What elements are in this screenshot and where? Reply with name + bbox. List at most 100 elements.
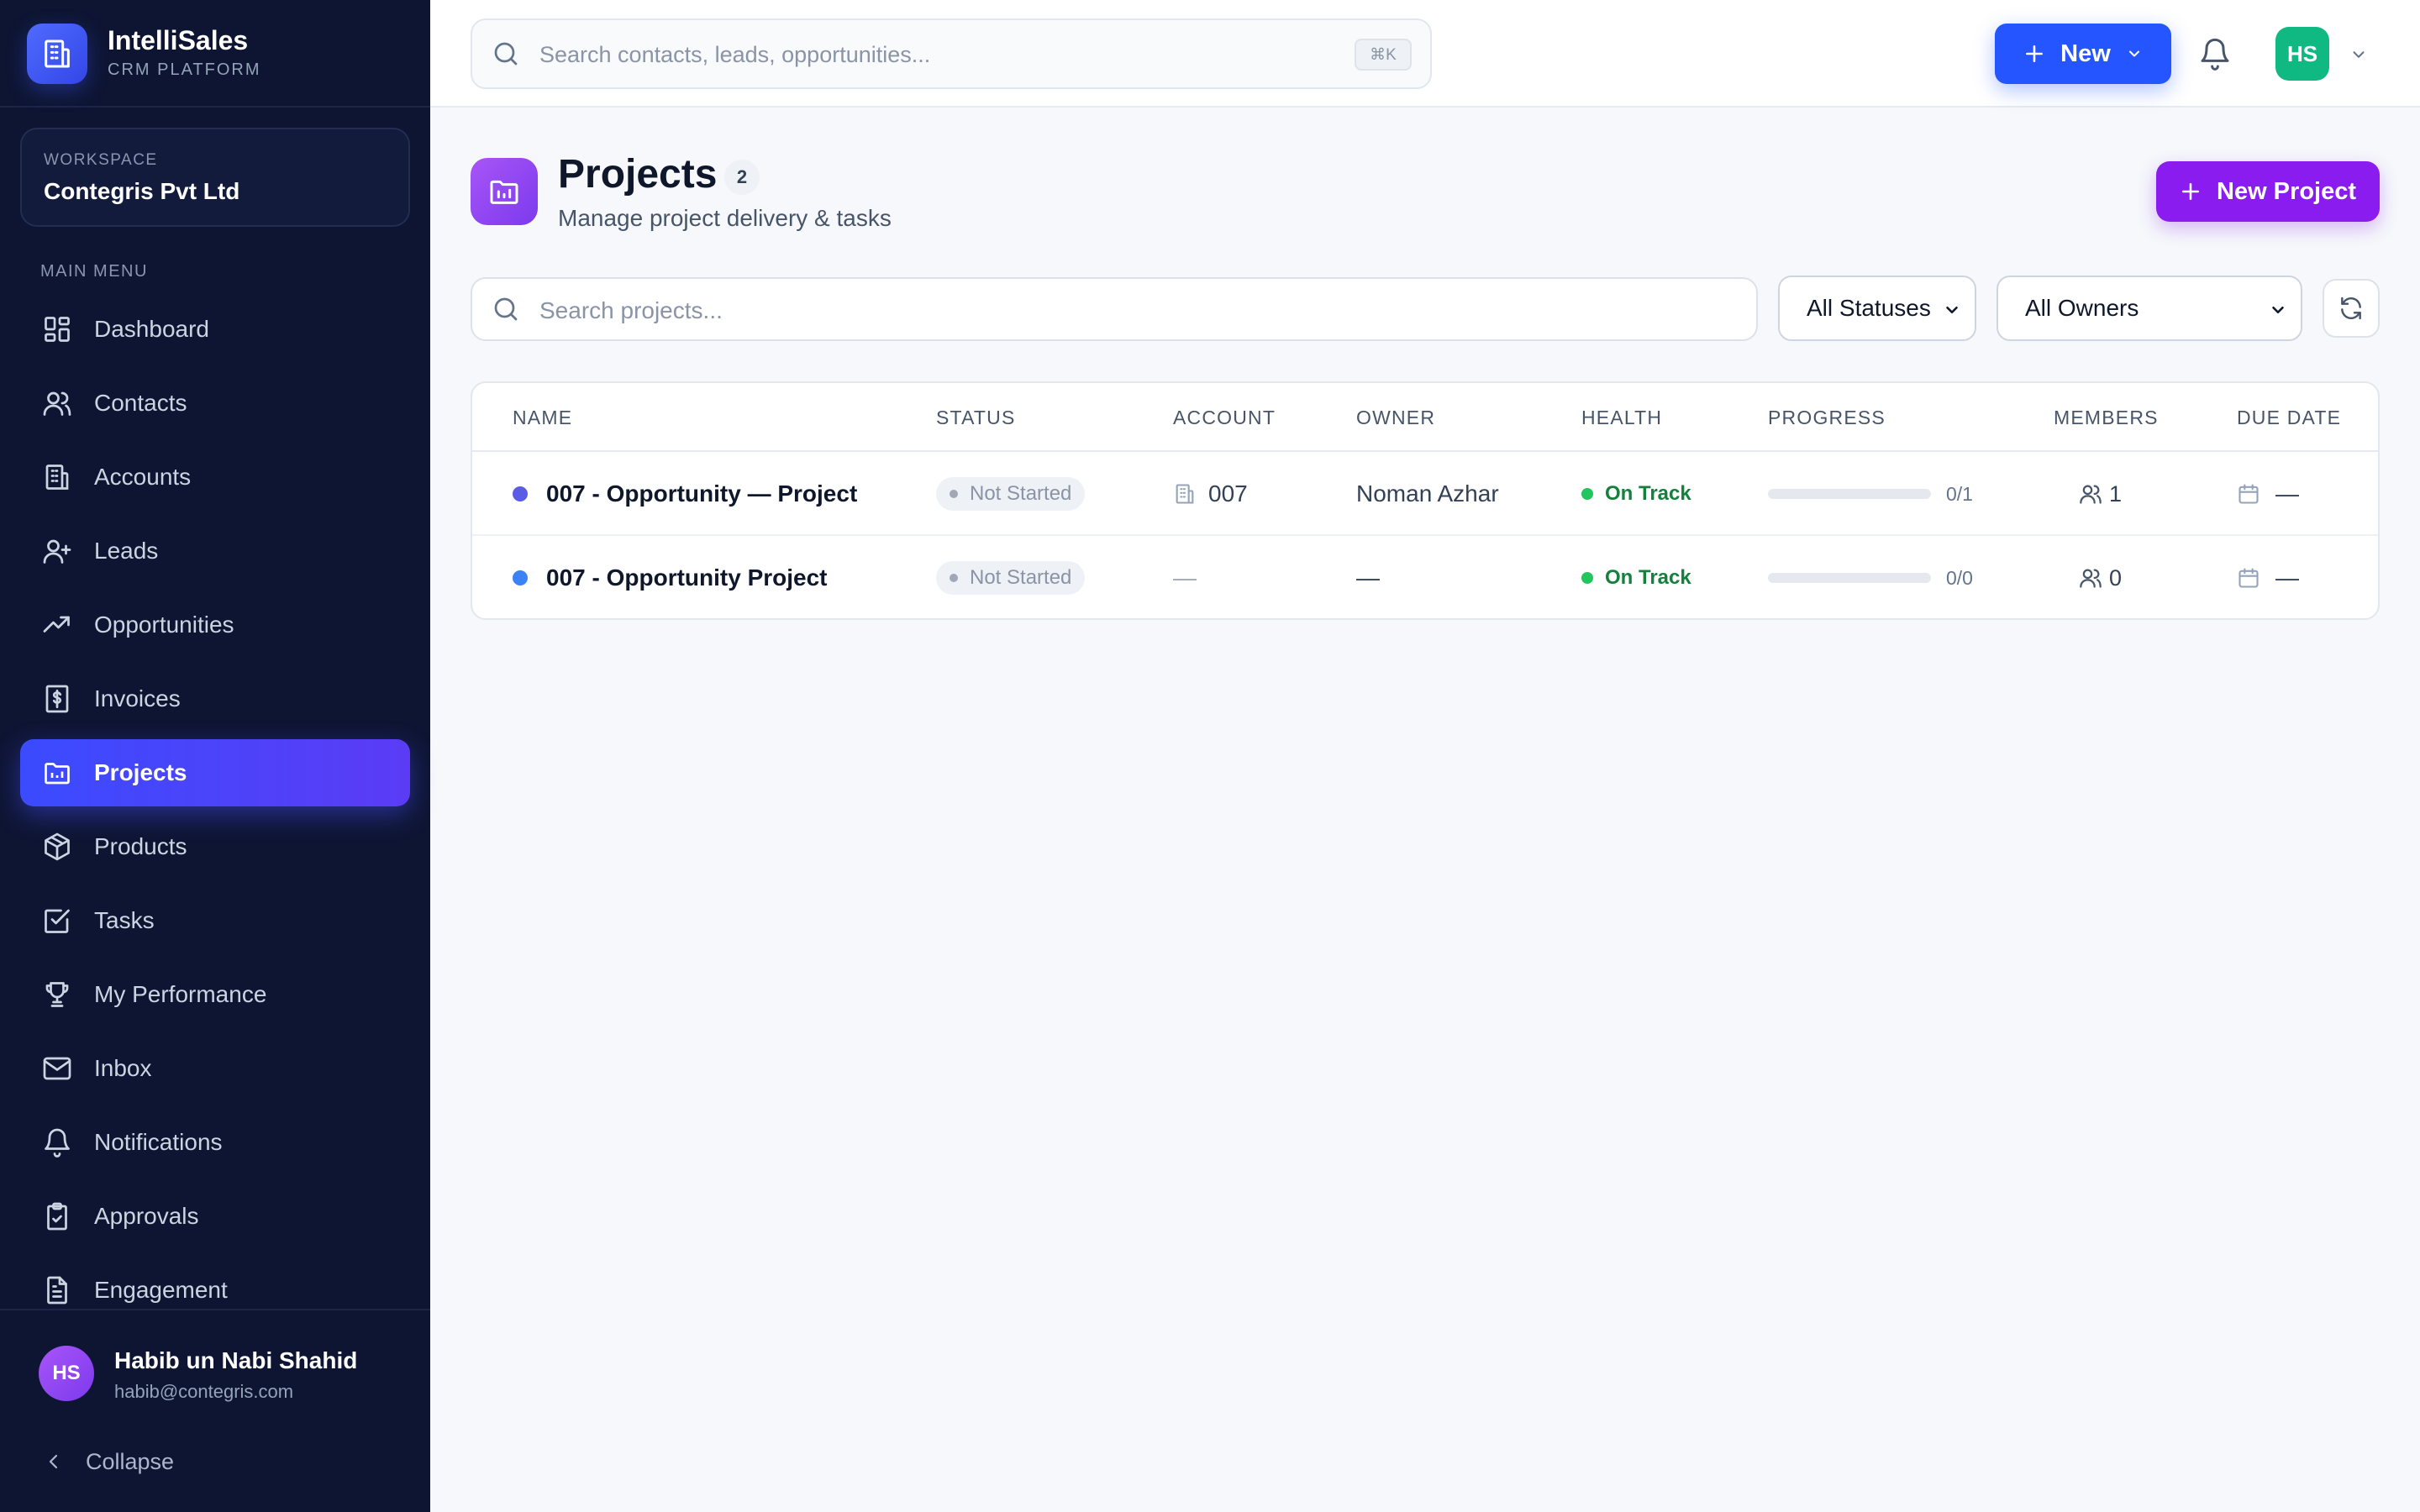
sidebar-item-approvals[interactable]: Approvals	[20, 1183, 410, 1250]
refresh-icon	[2338, 295, 2365, 322]
health-dot	[1581, 572, 1593, 584]
sidebar-item-label: Products	[94, 833, 187, 859]
due-date-cell: —	[2237, 452, 2299, 536]
user-name: Habib un Nabi Shahid	[114, 1347, 358, 1373]
column-header-health[interactable]: HEALTH	[1581, 407, 1662, 429]
owner-filter-select[interactable]: All Owners	[1996, 276, 2302, 341]
project-color-dot	[513, 486, 528, 501]
sidebar-item-tasks[interactable]: Tasks	[20, 887, 410, 954]
chevron-down-icon[interactable]	[2349, 45, 2368, 64]
sidebar-item-dashboard[interactable]: Dashboard	[20, 296, 410, 363]
collapse-button[interactable]: Collapse	[44, 1443, 174, 1480]
column-header-name[interactable]: NAME	[513, 407, 572, 429]
column-header-status[interactable]: STATUS	[936, 407, 1016, 429]
refresh-button[interactable]	[2323, 279, 2380, 338]
sidebar-item-label: Opportunities	[94, 612, 234, 638]
sidebar-item-contacts[interactable]: Contacts	[20, 370, 410, 437]
project-search-placeholder: Search projects...	[539, 297, 723, 323]
table-row[interactable]: 007 - Opportunity — Project Not Started …	[472, 452, 2378, 536]
new-button[interactable]: New	[1995, 24, 2171, 84]
sidebar-item-label: Contacts	[94, 390, 187, 416]
brand-name: IntelliSales	[108, 25, 249, 55]
project-name-cell[interactable]: 007 - Opportunity — Project	[513, 452, 857, 536]
sidebar-item-projects[interactable]: Projects	[20, 739, 410, 806]
workspace-switcher[interactable]: WORKSPACE Contegris Pvt Ltd	[20, 128, 410, 227]
bell-icon	[40, 1126, 74, 1159]
trophy-icon	[40, 978, 74, 1011]
column-header-due-date[interactable]: DUE DATE	[2237, 407, 2341, 429]
column-header-owner[interactable]: OWNER	[1356, 407, 1435, 429]
projects-table: NAME STATUS ACCOUNT OWNER HEALTH PROGRES…	[471, 381, 2380, 620]
top-bar: Search contacts, leads, opportunities...…	[430, 0, 2420, 108]
status-filter-select[interactable]: All Statuses	[1778, 276, 1976, 341]
package-icon	[40, 830, 74, 864]
sidebar-item-notifications[interactable]: Notifications	[20, 1109, 410, 1176]
project-name-cell[interactable]: 007 - Opportunity Project	[513, 536, 828, 618]
members-cell: 0	[2079, 536, 2122, 618]
account-name[interactable]: 007	[1208, 480, 1248, 507]
sidebar-item-products[interactable]: Products	[20, 813, 410, 880]
sidebar-item-label: Dashboard	[94, 316, 209, 342]
workspace-name: Contegris Pvt Ltd	[44, 178, 240, 204]
status-dot	[950, 490, 958, 498]
user-plus-icon	[40, 534, 74, 568]
sidebar-item-label: Leads	[94, 538, 159, 564]
brand-subtitle: CRM PLATFORM	[108, 60, 261, 79]
health-dot	[1581, 488, 1593, 500]
health-label: On Track	[1605, 482, 1691, 505]
progress-bar	[1768, 573, 1931, 583]
check-square-icon	[40, 904, 74, 937]
plus-icon	[2023, 43, 2045, 65]
column-header-account[interactable]: ACCOUNT	[1173, 407, 1276, 429]
sidebar-item-accounts[interactable]: Accounts	[20, 444, 410, 511]
members-count: 1	[2109, 480, 2123, 507]
new-project-label: New Project	[2217, 177, 2356, 205]
building-icon	[1173, 482, 1197, 506]
users-icon	[40, 386, 74, 420]
sidebar-item-leads[interactable]: Leads	[20, 517, 410, 585]
chevron-left-icon	[44, 1452, 64, 1472]
clipboard-check-icon	[40, 1200, 74, 1233]
sidebar-item-label: Engagement	[94, 1277, 228, 1303]
sidebar-item-label: Invoices	[94, 685, 181, 711]
project-name[interactable]: 007 - Opportunity Project	[546, 564, 828, 591]
dollar-receipt-icon	[40, 682, 74, 716]
shortcut-hint: ⌘K	[1355, 39, 1412, 71]
project-search-input[interactable]: Search projects...	[471, 277, 1758, 341]
user-email: habib@contegris.com	[114, 1381, 294, 1402]
building-icon	[40, 460, 74, 494]
sidebar-item-opportunities[interactable]: Opportunities	[20, 591, 410, 659]
progress-cell: 0/0	[1768, 536, 1973, 618]
progress-bar	[1768, 489, 1931, 499]
bell-icon[interactable]	[2198, 37, 2232, 71]
table-row[interactable]: 007 - Opportunity Project Not Started — …	[472, 536, 2378, 618]
account-cell[interactable]: 007	[1173, 452, 1248, 536]
sidebar-item-invoices[interactable]: Invoices	[20, 665, 410, 732]
sidebar-item-label: Approvals	[94, 1203, 199, 1229]
sidebar-item-inbox[interactable]: Inbox	[20, 1035, 410, 1102]
health-cell: On Track	[1581, 452, 1691, 536]
global-search-placeholder: Search contacts, leads, opportunities...	[539, 42, 931, 67]
building-icon[interactable]	[27, 24, 87, 84]
owner-name: Noman Azhar	[1356, 480, 1499, 507]
folder-icon	[471, 158, 538, 225]
status-filter-value: All Statuses	[1807, 295, 1931, 321]
due-date: —	[2275, 480, 2299, 507]
new-project-button[interactable]: New Project	[2156, 161, 2380, 222]
table-header: NAME STATUS ACCOUNT OWNER HEALTH PROGRES…	[472, 383, 2378, 452]
avatar[interactable]: HS	[2275, 27, 2329, 81]
owner-cell: Noman Azhar	[1356, 452, 1499, 536]
progress-text: 0/1	[1946, 482, 1973, 505]
avatar[interactable]: HS	[39, 1346, 94, 1401]
column-header-progress[interactable]: PROGRESS	[1768, 407, 1886, 429]
workspace-label: WORKSPACE	[44, 151, 158, 169]
column-header-members[interactable]: MEMBERS	[2054, 407, 2159, 429]
chevron-down-icon	[1943, 301, 1961, 319]
global-search-input[interactable]: Search contacts, leads, opportunities...…	[471, 18, 1432, 89]
project-name[interactable]: 007 - Opportunity — Project	[546, 480, 857, 507]
sidebar-item-my-performance[interactable]: My Performance	[20, 961, 410, 1028]
collapse-label: Collapse	[86, 1448, 175, 1474]
users-icon	[2079, 566, 2102, 590]
due-date-cell: —	[2237, 536, 2299, 618]
trending-up-icon	[40, 608, 74, 642]
